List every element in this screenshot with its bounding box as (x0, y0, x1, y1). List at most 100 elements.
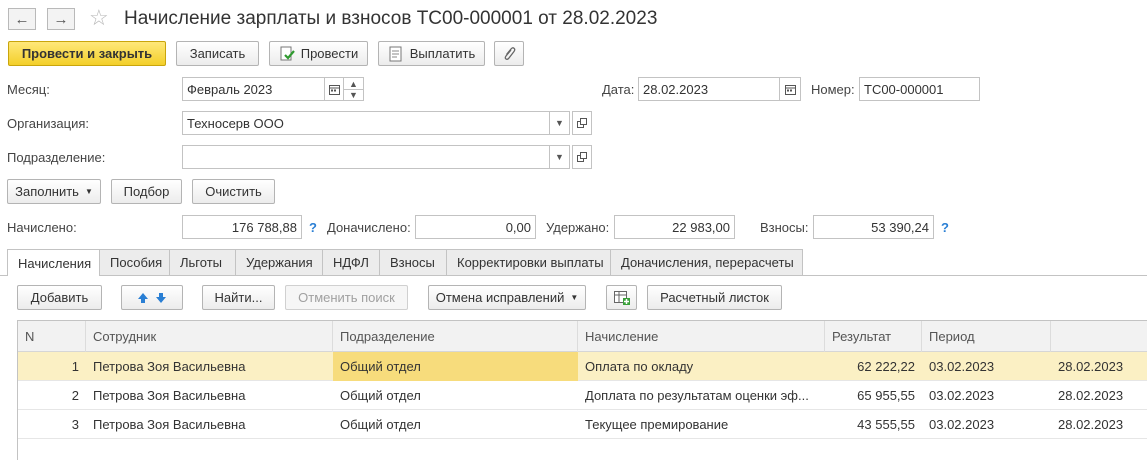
number-field[interactable]: ТС00-000001 (859, 77, 980, 101)
cell-end-date[interactable]: 28.02.2023 (1051, 410, 1147, 439)
column-header-period[interactable]: Период (922, 321, 1051, 352)
open-link-icon (577, 118, 587, 128)
column-header-accrual[interactable]: Начисление (578, 321, 825, 352)
attach-button[interactable] (494, 41, 524, 66)
post-and-close-button[interactable]: Провести и закрыть (8, 41, 166, 66)
arrow-up-icon (138, 292, 148, 303)
cell-n: 3 (71, 417, 79, 432)
cell-end-date[interactable]: 28.02.2023 (1051, 352, 1147, 381)
column-header-department[interactable]: Подразделение (333, 321, 578, 352)
department-label: Подразделение: (7, 150, 106, 165)
cell-result[interactable]: 62 222,22 (825, 352, 922, 381)
tab-deductions[interactable]: Удержания (235, 249, 323, 275)
forward-button[interactable]: → (47, 8, 75, 30)
table-row[interactable]: 2 Петрова Зоя Васильевна Общий отдел Доп… (18, 381, 1147, 410)
number-label: Номер: (811, 82, 855, 97)
extra-accrued-field: 0,00 (415, 215, 536, 239)
chevron-down-icon: ▼ (555, 152, 564, 162)
arrow-down-icon (156, 292, 166, 303)
move-down-button[interactable] (155, 292, 167, 304)
organization-label: Организация: (7, 116, 90, 131)
fill-button[interactable]: Заполнить ▼ (7, 179, 101, 204)
extra-accrued-label: Доначислено: (327, 220, 411, 235)
cell-period[interactable]: 03.02.2023 (922, 352, 1051, 381)
accrued-help-icon[interactable]: ? (309, 220, 317, 235)
cell-department[interactable]: Общий отдел (333, 352, 578, 381)
fill-button-label: Заполнить (15, 184, 79, 199)
tab-recalculations[interactable]: Доначисления, перерасчеты (610, 249, 803, 275)
department-dropdown-button[interactable]: ▼ (549, 145, 570, 169)
cell-employee[interactable]: Петрова Зоя Васильевна (86, 381, 333, 410)
column-header-employee[interactable]: Сотрудник (86, 321, 333, 352)
table-row[interactable]: 3 Петрова Зоя Васильевна Общий отдел Тек… (18, 410, 1147, 439)
calendar-button[interactable] (324, 77, 344, 101)
payslip-button[interactable]: Расчетный листок (647, 285, 782, 310)
calendar-icon (784, 84, 796, 95)
department-open-button[interactable] (572, 145, 592, 169)
pay-button-label: Выплатить (409, 46, 476, 61)
column-header-result[interactable]: Результат (825, 321, 922, 352)
back-button[interactable]: ← (8, 8, 36, 30)
cancel-corrections-button[interactable]: Отмена исправлений ▼ (428, 285, 586, 310)
tab-divider (0, 275, 1147, 276)
organization-dropdown-button[interactable]: ▼ (549, 111, 570, 135)
date-calendar-button[interactable] (779, 77, 801, 101)
add-row-button[interactable]: Добавить (17, 285, 102, 310)
cell-result[interactable]: 65 955,55 (825, 381, 922, 410)
organization-field[interactable]: Техносерв ООО (182, 111, 550, 135)
cell-accrual[interactable]: Текущее премирование (578, 410, 825, 439)
calendar-icon (328, 84, 340, 95)
cell-period[interactable]: 03.02.2023 (922, 381, 1051, 410)
chevron-down-icon: ▼ (349, 90, 358, 100)
date-label: Дата: (602, 82, 635, 97)
cell-result[interactable]: 43 555,55 (825, 410, 922, 439)
tab-payment-corrections[interactable]: Корректировки выплаты (446, 249, 611, 275)
post-document-icon (280, 46, 295, 60)
contributions-field: 53 390,24 (813, 215, 934, 239)
tab-benefits[interactable]: Пособия (99, 249, 170, 275)
month-field[interactable]: Февраль 2023 (182, 77, 325, 101)
arrow-right-icon: → (53, 10, 69, 28)
date-field[interactable]: 28.02.2023 (638, 77, 780, 101)
tab-privileges[interactable]: Льготы (169, 249, 236, 275)
cell-department[interactable]: Общий отдел (333, 410, 578, 439)
cell-end-date[interactable]: 28.02.2023 (1051, 381, 1147, 410)
cell-employee[interactable]: Петрова Зоя Васильевна (86, 352, 333, 381)
cell-period[interactable]: 03.02.2023 (922, 410, 1051, 439)
contributions-help-icon[interactable]: ? (941, 220, 949, 235)
table-settings-button[interactable] (606, 285, 637, 310)
tab-contributions[interactable]: Взносы (379, 249, 447, 275)
dropdown-arrow-icon: ▼ (84, 187, 93, 196)
cell-accrual[interactable]: Доплата по результатам оценки эф... (578, 381, 825, 410)
favorite-star-icon[interactable]: ☆ (89, 6, 109, 30)
arrow-left-icon: ← (14, 10, 30, 28)
month-down-button[interactable]: ▼ (343, 89, 364, 101)
cell-employee[interactable]: Петрова Зоя Васильевна (86, 410, 333, 439)
cell-n: 1 (71, 359, 79, 374)
pay-button[interactable]: Выплатить (378, 41, 485, 66)
table-row[interactable]: 1 Петрова Зоя Васильевна Общий отдел Опл… (18, 352, 1147, 381)
accrued-label: Начислено: (7, 220, 77, 235)
cell-accrual[interactable]: Оплата по окладу (578, 352, 825, 381)
save-button[interactable]: Записать (176, 41, 259, 66)
column-header-end-date[interactable] (1051, 321, 1147, 352)
post-button[interactable]: Провести (269, 41, 368, 66)
tab-accruals[interactable]: Начисления (7, 249, 100, 276)
cell-department[interactable]: Общий отдел (333, 381, 578, 410)
tab-ndfl[interactable]: НДФЛ (322, 249, 380, 275)
open-link-icon (577, 152, 587, 162)
organization-open-button[interactable] (572, 111, 592, 135)
post-button-label: Провести (300, 46, 359, 61)
paperclip-icon (504, 46, 516, 60)
month-up-button[interactable]: ▲ (343, 77, 364, 89)
column-header-n[interactable]: N (18, 321, 86, 352)
move-up-button[interactable] (137, 292, 149, 304)
chevron-down-icon: ▼ (555, 118, 564, 128)
cancel-search-button[interactable]: Отменить поиск (285, 285, 408, 310)
contributions-label: Взносы: (760, 220, 809, 235)
find-button[interactable]: Найти... (202, 285, 275, 310)
select-button[interactable]: Подбор (111, 179, 182, 204)
department-field[interactable] (182, 145, 550, 169)
clear-button[interactable]: Очистить (192, 179, 275, 204)
withheld-label: Удержано: (546, 220, 610, 235)
